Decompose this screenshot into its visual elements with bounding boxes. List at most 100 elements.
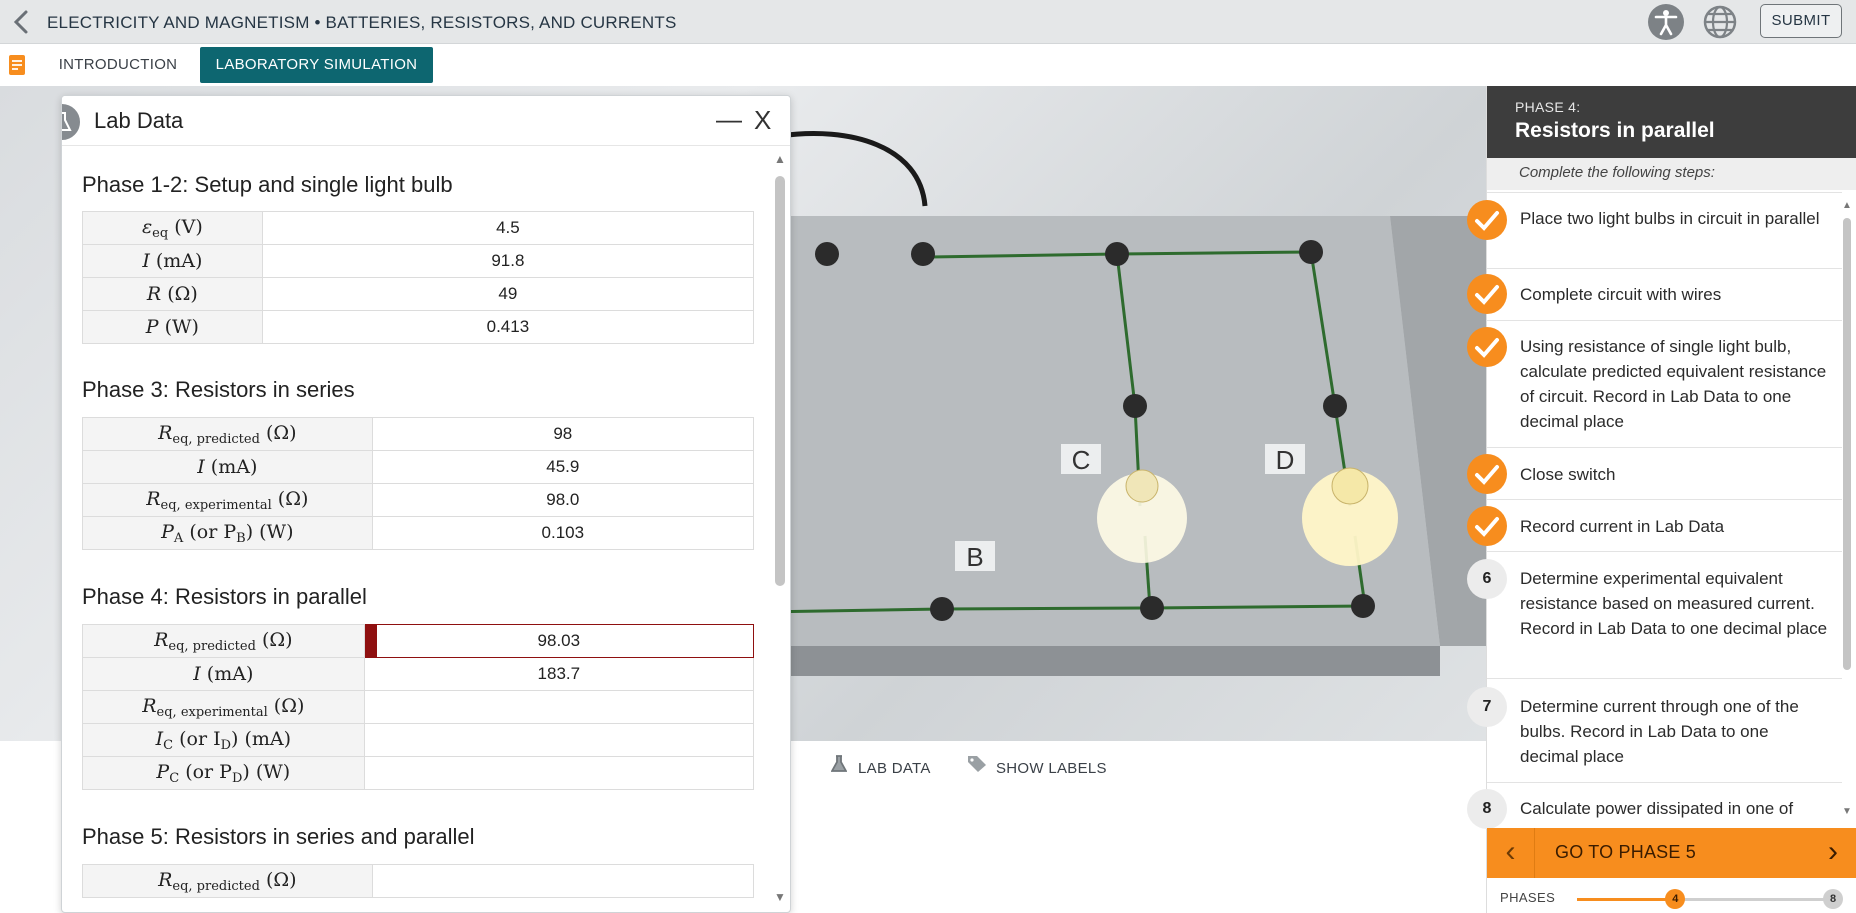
scroll-down-arrow-icon[interactable]: ▼ bbox=[1842, 806, 1852, 817]
row-value: 45.9 bbox=[371, 450, 755, 484]
language-globe-icon[interactable] bbox=[1702, 4, 1738, 40]
scroll-up-arrow-icon[interactable]: ▲ bbox=[774, 152, 786, 166]
row-label: Req, experimental (Ω) bbox=[82, 483, 373, 517]
table-row: Req, experimental (Ω) bbox=[82, 690, 755, 724]
section-title-phase-1-2: Phase 1-2: Setup and single light bulb bbox=[82, 172, 453, 197]
row-value-input[interactable] bbox=[363, 756, 755, 790]
row-value: 0.413 bbox=[261, 310, 755, 344]
row-value: 49 bbox=[261, 277, 755, 311]
section-title-phase-5: Phase 5: Resistors in series and paralle… bbox=[82, 824, 475, 849]
top-bar: ELECTRICITY AND MAGNETISM • BATTERIES, R… bbox=[0, 0, 1856, 44]
step-7-number: 7 bbox=[1467, 687, 1507, 727]
steps-scrollbar[interactable] bbox=[1843, 218, 1851, 670]
go-next-label: GO TO PHASE 5 bbox=[1555, 842, 1696, 862]
row-value: 4.5 bbox=[261, 211, 755, 245]
row-label: I (mA) bbox=[82, 244, 263, 278]
table-row: Req, predicted (Ω) bbox=[82, 864, 755, 898]
last-phase-indicator[interactable]: 8 bbox=[1823, 889, 1843, 909]
step-4-text: Close switch bbox=[1520, 465, 1616, 484]
scroll-down-arrow-icon[interactable]: ▼ bbox=[774, 890, 786, 904]
table-row: P (W) 0.413 bbox=[82, 310, 755, 344]
next-phase-chevron-icon: › bbox=[1828, 835, 1838, 868]
active-input-field[interactable]: 98.03 bbox=[363, 624, 755, 658]
lab-data-flask-icon bbox=[62, 102, 82, 142]
row-label: P (W) bbox=[82, 310, 263, 344]
row-value: 91.8 bbox=[261, 244, 755, 278]
lab-data-scrollbar[interactable] bbox=[775, 176, 785, 586]
row-label: R (Ω) bbox=[82, 277, 263, 311]
show-labels-toolbar-button[interactable]: SHOW LABELS bbox=[966, 755, 1107, 777]
row-value-input[interactable] bbox=[363, 723, 755, 757]
active-field-marker bbox=[364, 625, 377, 657]
phase-3-table: Req, predicted (Ω) 98 I (mA) 45.9 Req, e… bbox=[82, 417, 755, 550]
row-value: 0.103 bbox=[371, 516, 755, 550]
table-row: PC (or PD) (W) bbox=[82, 756, 755, 790]
step-8-number: 8 bbox=[1467, 789, 1507, 829]
table-row: Req, predicted (Ω) 98 bbox=[82, 417, 755, 451]
row-value-input[interactable] bbox=[371, 864, 755, 898]
phase-5-table: Req, predicted (Ω) bbox=[82, 864, 755, 898]
step-complete-check-icon bbox=[1467, 506, 1507, 546]
tabs-row: INTRODUCTION LABORATORY SIMULATION bbox=[0, 44, 1856, 86]
row-label: PA (or PB) (W) bbox=[82, 516, 373, 550]
table-row: Req, experimental (Ω) 98.0 bbox=[82, 483, 755, 517]
row-value: 98.0 bbox=[371, 483, 755, 517]
lab-data-body: Phase 1-2: Setup and single light bulb ε… bbox=[62, 146, 772, 912]
previous-phase-chevron-icon[interactable]: ‹ bbox=[1487, 828, 1535, 878]
lab-data-toolbar-button[interactable]: LAB DATA bbox=[828, 755, 931, 777]
step-7-text: Determine current through one of the bul… bbox=[1520, 697, 1799, 766]
step-6-number: 6 bbox=[1467, 559, 1507, 599]
tag-icon bbox=[966, 755, 988, 780]
step-8-text: Calculate power dissipated in one of bbox=[1520, 799, 1794, 818]
step-1-text: Place two light bulbs in circuit in para… bbox=[1520, 209, 1820, 228]
accessibility-icon[interactable] bbox=[1648, 4, 1684, 40]
table-row: IC (or ID) (mA) bbox=[82, 723, 755, 757]
scroll-up-arrow-icon[interactable]: ▲ bbox=[1842, 200, 1852, 211]
row-value: 98 bbox=[371, 417, 755, 451]
scene-label-b: B bbox=[966, 542, 983, 572]
phases-fill bbox=[1577, 898, 1676, 901]
show-labels-toolbar-label: SHOW LABELS bbox=[996, 760, 1107, 777]
go-to-next-phase-button[interactable]: ‹ GO TO PHASE 5 › bbox=[1487, 828, 1856, 878]
row-label: I (mA) bbox=[82, 657, 365, 691]
notes-icon[interactable] bbox=[8, 54, 26, 76]
close-button[interactable]: X bbox=[754, 105, 771, 136]
phase-4-table: Req, predicted (Ω) 98.03 I (mA) 183.7 Re… bbox=[82, 624, 755, 790]
row-label: I (mA) bbox=[82, 450, 373, 484]
flask-icon bbox=[828, 755, 850, 780]
active-input-value: 98.03 bbox=[537, 631, 581, 650]
row-label: PC (or PD) (W) bbox=[82, 756, 365, 790]
step-complete-check-icon bbox=[1467, 454, 1507, 494]
lab-data-panel: Lab Data — X Phase 1-2: Setup and single… bbox=[61, 95, 791, 913]
table-row: Req, predicted (Ω) 98.03 bbox=[82, 624, 755, 658]
row-value-input[interactable] bbox=[363, 690, 755, 724]
section-title-phase-4: Phase 4: Resistors in parallel bbox=[82, 584, 367, 609]
table-row: I (mA) 183.7 bbox=[82, 657, 755, 691]
row-label: εeq (V) bbox=[82, 211, 263, 245]
row-label: Req, predicted (Ω) bbox=[82, 864, 373, 898]
table-row: εeq (V) 4.5 bbox=[82, 211, 755, 245]
current-phase-indicator[interactable]: 4 bbox=[1665, 889, 1686, 909]
step-complete-check-icon bbox=[1467, 200, 1507, 240]
phase-1-2-table: εeq (V) 4.5 I (mA) 91.8 R (Ω) 49 P (W) 0… bbox=[82, 211, 755, 344]
step-complete-check-icon bbox=[1467, 327, 1507, 367]
table-row: R (Ω) 49 bbox=[82, 277, 755, 311]
submit-button[interactable]: SUBMIT bbox=[1760, 4, 1842, 38]
row-value[interactable]: 183.7 bbox=[363, 657, 755, 691]
step-6-text: Determine experimental equivalent resist… bbox=[1520, 569, 1828, 638]
tab-laboratory-simulation[interactable]: LABORATORY SIMULATION bbox=[200, 47, 433, 83]
step-2-text: Complete circuit with wires bbox=[1520, 285, 1722, 304]
minimize-button[interactable]: — bbox=[716, 104, 742, 135]
row-label: Req, predicted (Ω) bbox=[82, 624, 365, 658]
table-row: PA (or PB) (W) 0.103 bbox=[82, 516, 755, 550]
row-label: IC (or ID) (mA) bbox=[82, 723, 365, 757]
table-row: I (mA) 45.9 bbox=[82, 450, 755, 484]
table-row: I (mA) 91.8 bbox=[82, 244, 755, 278]
section-title-phase-3: Phase 3: Resistors in series bbox=[82, 377, 355, 402]
phase-title: Resistors in parallel bbox=[1515, 119, 1715, 142]
tab-introduction[interactable]: INTRODUCTION bbox=[52, 47, 184, 83]
step-3-text: Using resistance of single light bulb, c… bbox=[1520, 337, 1827, 431]
steps-intro: Complete the following steps: bbox=[1487, 158, 1856, 190]
back-chevron-icon[interactable] bbox=[8, 8, 36, 36]
phases-track[interactable]: 4 8 bbox=[1577, 889, 1843, 909]
